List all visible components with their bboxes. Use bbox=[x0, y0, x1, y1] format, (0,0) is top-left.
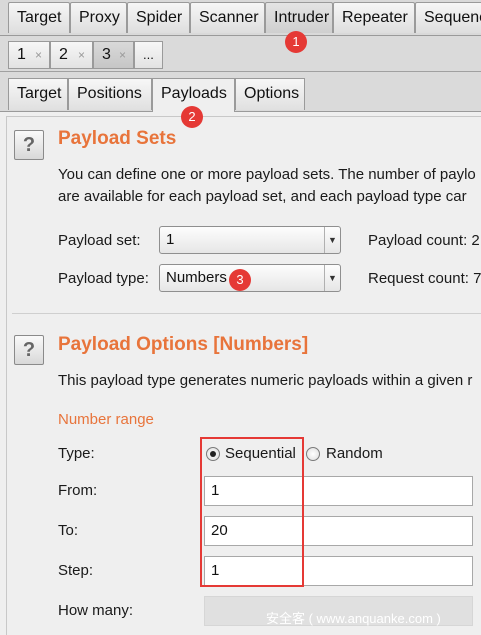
payload-type-label: Payload type: bbox=[58, 270, 149, 287]
random-label[interactable]: Random bbox=[326, 444, 383, 464]
subtab-target[interactable]: Target bbox=[8, 78, 68, 110]
subtab-options[interactable]: Options bbox=[235, 78, 305, 110]
instance-tab-label: 2 bbox=[59, 46, 68, 63]
tab-proxy[interactable]: Proxy bbox=[70, 2, 127, 33]
random-radio[interactable] bbox=[306, 447, 320, 461]
watermark: 安全客 ( www.anquanke.com ) bbox=[266, 611, 441, 626]
step-badge-1: 1 bbox=[285, 31, 307, 53]
number-type-label: Type: bbox=[58, 445, 95, 462]
highlight-box bbox=[200, 437, 304, 587]
tab-spider[interactable]: Spider bbox=[127, 2, 190, 33]
payload-options-title: Payload Options [Numbers] bbox=[58, 334, 309, 355]
payload-sets-title: Payload Sets bbox=[58, 128, 177, 149]
subtab-positions[interactable]: Positions bbox=[68, 78, 152, 110]
payload-sets-description-line1: You can define one or more payload sets.… bbox=[58, 166, 476, 183]
payload-options-description: This payload type generates numeric payl… bbox=[58, 372, 473, 389]
tab-intruder[interactable]: Intruder bbox=[265, 2, 333, 33]
new-instance-tab[interactable]: ... bbox=[134, 41, 163, 69]
payload-set-select[interactable]: 1 ▼ bbox=[159, 226, 341, 254]
instance-tab-label: 3 bbox=[102, 46, 111, 63]
how-many-label: How many: bbox=[58, 602, 134, 619]
from-label: From: bbox=[58, 482, 98, 499]
main-tab-bar: Target Proxy Spider Scanner Intruder Rep… bbox=[0, 0, 481, 36]
payload-count: Payload count: 2 bbox=[368, 232, 480, 249]
payload-set-value: 1 bbox=[166, 231, 175, 248]
tab-scanner[interactable]: Scanner bbox=[190, 2, 265, 33]
panel-border bbox=[6, 116, 481, 117]
payload-sets-description-line2: are available for each payload set, and … bbox=[58, 188, 467, 205]
instance-tab-1[interactable]: 1 × bbox=[8, 41, 50, 69]
help-icon[interactable]: ? bbox=[14, 335, 44, 365]
panel-border bbox=[6, 116, 7, 635]
section-divider bbox=[12, 313, 481, 314]
chevron-down-icon: ▼ bbox=[324, 265, 340, 291]
step-label: Step: bbox=[58, 562, 94, 579]
help-icon[interactable]: ? bbox=[14, 130, 44, 160]
close-icon[interactable]: × bbox=[78, 42, 85, 68]
instance-tab-2[interactable]: 2 × bbox=[50, 41, 93, 69]
request-count: Request count: 7 bbox=[368, 270, 481, 287]
payload-set-label: Payload set: bbox=[58, 232, 141, 249]
intruder-sub-tabs: Target Positions Payloads Options bbox=[0, 72, 481, 113]
tab-repeater[interactable]: Repeater bbox=[333, 2, 415, 33]
step-badge-2: 2 bbox=[181, 106, 203, 128]
chevron-down-icon: ▼ bbox=[324, 227, 340, 253]
instance-tab-label: 1 bbox=[17, 46, 26, 63]
number-range-heading: Number range bbox=[58, 411, 154, 428]
close-icon[interactable]: × bbox=[119, 42, 126, 68]
close-icon[interactable]: × bbox=[35, 42, 42, 68]
tab-sequencer[interactable]: Sequencer bbox=[415, 2, 481, 33]
tab-target[interactable]: Target bbox=[8, 2, 70, 33]
to-label: To: bbox=[58, 522, 79, 539]
step-badge-3: 3 bbox=[229, 269, 251, 291]
intruder-instance-tabs: 1 × 2 × 3 × ... bbox=[0, 36, 481, 72]
instance-tab-3[interactable]: 3 × bbox=[93, 41, 134, 69]
payload-type-value: Numbers bbox=[166, 269, 227, 286]
